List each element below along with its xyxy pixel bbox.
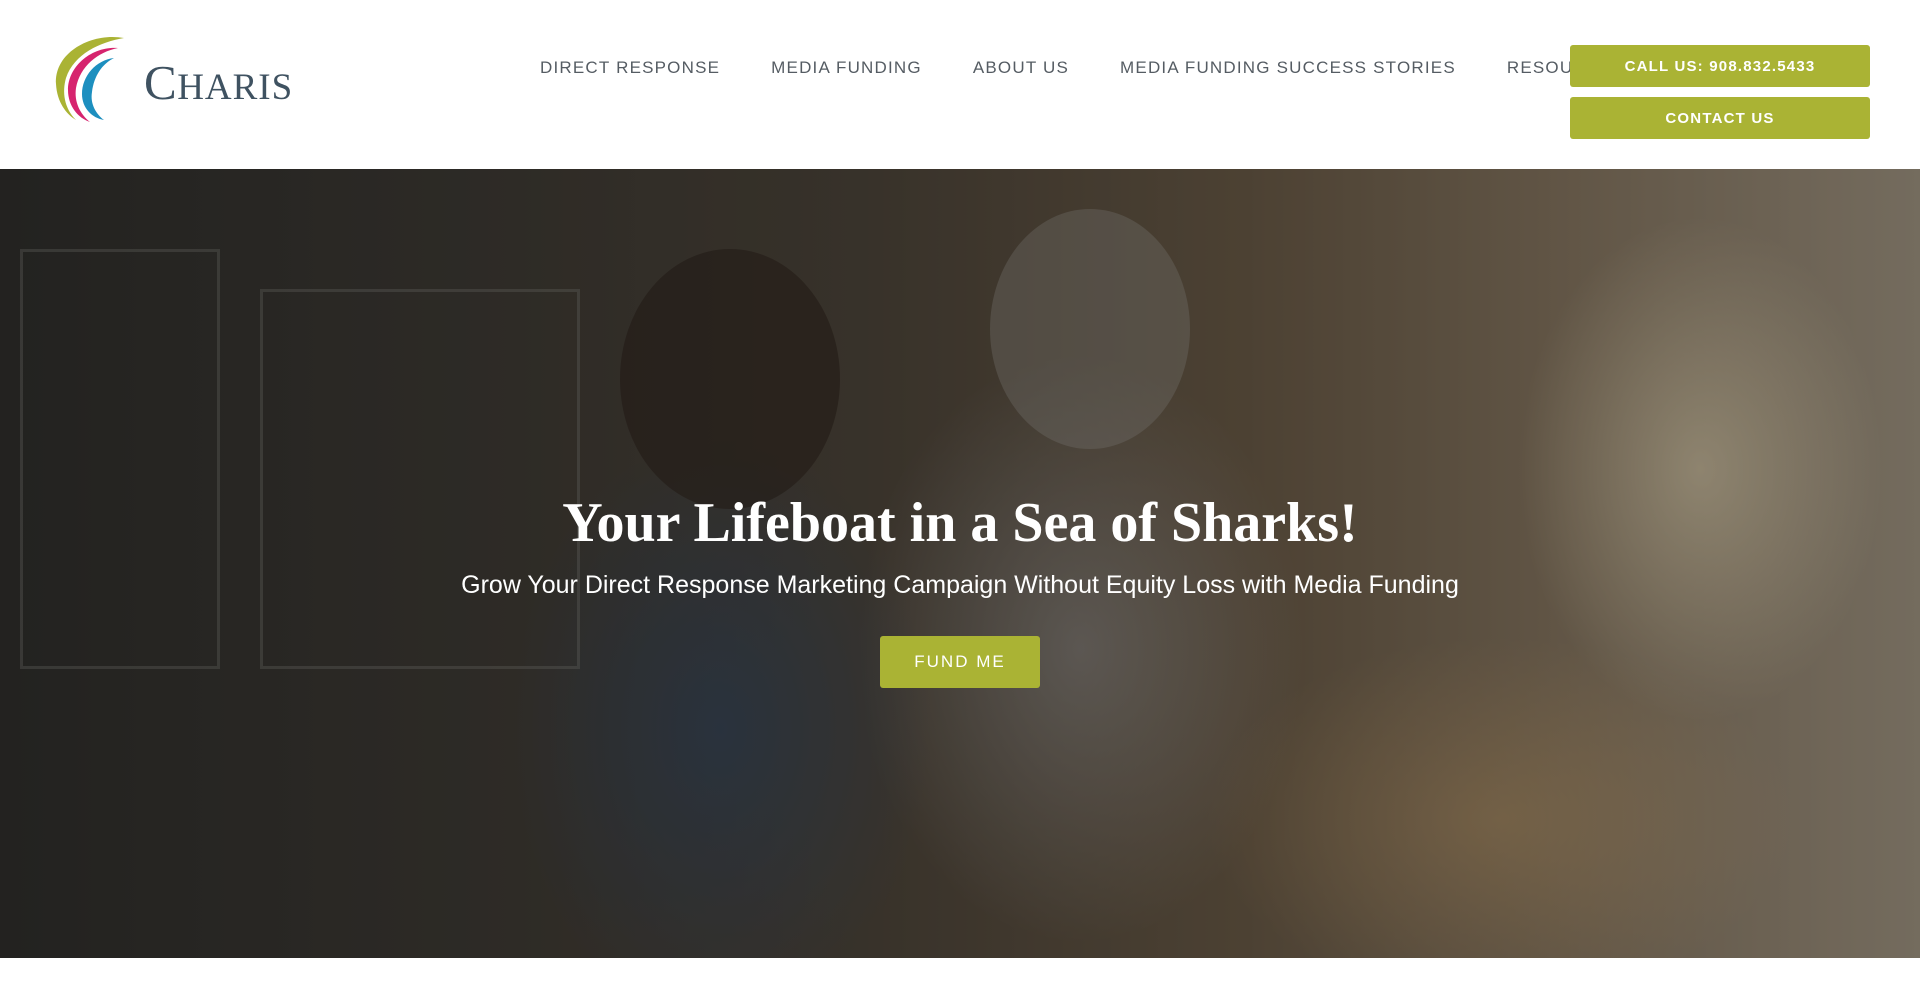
call-us-button[interactable]: CALL US: 908.832.5433 [1570,45,1870,87]
logo-initial: C [144,55,178,110]
charis-logo[interactable]: CHARIS [52,32,292,128]
contact-us-button[interactable]: CONTACT US [1570,97,1870,139]
hero-subtitle: Grow Your Direct Response Marketing Camp… [461,571,1459,599]
logo-text: CHARIS [144,55,293,110]
logo-rest: HARIS [177,67,294,108]
nav-success-stories[interactable]: MEDIA FUNDING SUCCESS STORIES [1120,58,1456,78]
nav-label: ABOUT US [972,58,1070,77]
nav-direct-response[interactable]: DIRECT RESPONSE [540,58,720,78]
logo-swoosh-icon [55,36,124,123]
nav-media-funding[interactable]: MEDIA FUNDING [771,58,922,78]
nav-label: MEDIA FUNDING SUCCESS STORIES [1120,58,1456,77]
hero-overlay [0,169,1920,958]
nav-about-us[interactable]: ABOUT US [973,58,1069,78]
main-nav: DIRECT RESPONSE MEDIA FUNDING ABOUT US M… [540,54,1653,82]
logo-wordmark: CHARIS [144,54,293,111]
fund-me-button[interactable]: FUND ME [880,636,1040,688]
site-header: CHARIS DIRECT RESPONSE MEDIA FUNDING ABO… [0,0,1920,169]
hero-section: Your Lifeboat in a Sea of Sharks! Grow Y… [0,169,1920,958]
hero-title: Your Lifeboat in a Sea of Sharks! [562,492,1358,554]
nav-label: MEDIA FUNDING [771,58,922,77]
nav-label: DIRECT RESPONSE [540,58,721,77]
